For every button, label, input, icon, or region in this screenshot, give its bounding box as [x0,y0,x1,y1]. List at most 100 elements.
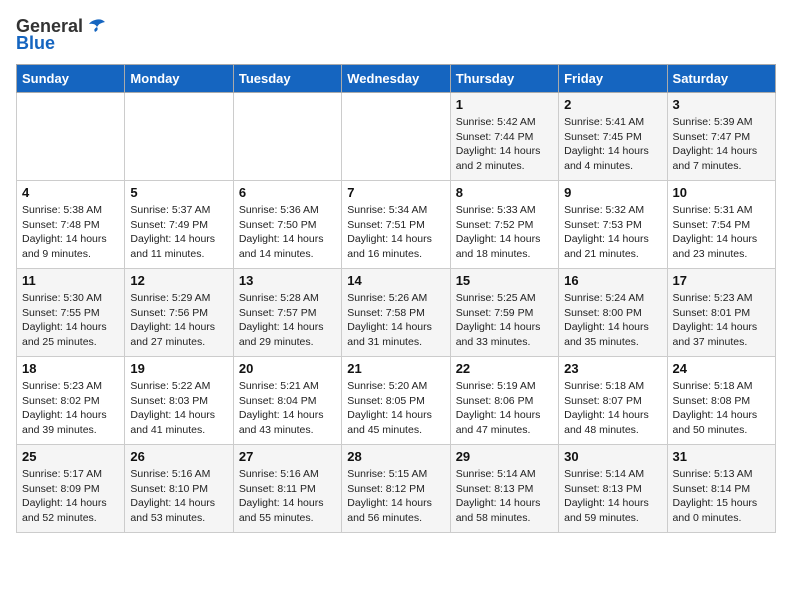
calendar-cell: 24 Sunrise: 5:18 AM Sunset: 8:08 PM Dayli… [667,357,775,445]
calendar-week-row: 11 Sunrise: 5:30 AM Sunset: 7:55 PM Dayli… [17,269,776,357]
column-header-saturday: Saturday [667,65,775,93]
day-number: 16 [564,273,661,288]
day-number: 22 [456,361,553,376]
day-info: Sunrise: 5:24 AM Sunset: 8:00 PM Dayligh… [564,291,661,350]
day-info: Sunrise: 5:16 AM Sunset: 8:11 PM Dayligh… [239,467,336,526]
day-number: 12 [130,273,227,288]
column-header-monday: Monday [125,65,233,93]
day-number: 1 [456,97,553,112]
day-number: 17 [673,273,770,288]
day-info: Sunrise: 5:33 AM Sunset: 7:52 PM Dayligh… [456,203,553,262]
column-header-wednesday: Wednesday [342,65,450,93]
day-number: 31 [673,449,770,464]
day-info: Sunrise: 5:31 AM Sunset: 7:54 PM Dayligh… [673,203,770,262]
calendar-cell: 17 Sunrise: 5:23 AM Sunset: 8:01 PM Dayli… [667,269,775,357]
logo-bird-icon [85,18,107,36]
calendar-cell: 25 Sunrise: 5:17 AM Sunset: 8:09 PM Dayli… [17,445,125,533]
calendar-cell: 3Sunrise: 5:39 AM Sunset: 7:47 PM Daylig… [667,93,775,181]
day-number: 18 [22,361,119,376]
day-number: 26 [130,449,227,464]
day-info: Sunrise: 5:34 AM Sunset: 7:51 PM Dayligh… [347,203,444,262]
calendar-cell: 29Sunrise: 5:14 AM Sunset: 8:13 PM Dayli… [450,445,558,533]
day-number: 10 [673,185,770,200]
calendar-cell: 15Sunrise: 5:25 AM Sunset: 7:59 PM Dayli… [450,269,558,357]
calendar-cell: 13 Sunrise: 5:28 AM Sunset: 7:57 PM Dayli… [233,269,341,357]
day-number: 5 [130,185,227,200]
calendar-cell: 4 Sunrise: 5:38 AM Sunset: 7:48 PM Daylig… [17,181,125,269]
column-header-sunday: Sunday [17,65,125,93]
day-info: Sunrise: 5:25 AM Sunset: 7:59 PM Dayligh… [456,291,553,350]
calendar-cell: 6 Sunrise: 5:36 AM Sunset: 7:50 PM Daylig… [233,181,341,269]
day-info: Sunrise: 5:41 AM Sunset: 7:45 PM Dayligh… [564,115,661,174]
calendar-week-row: 4 Sunrise: 5:38 AM Sunset: 7:48 PM Daylig… [17,181,776,269]
day-info: Sunrise: 5:38 AM Sunset: 7:48 PM Dayligh… [22,203,119,262]
day-info: Sunrise: 5:21 AM Sunset: 8:04 PM Dayligh… [239,379,336,438]
day-number: 4 [22,185,119,200]
day-number: 19 [130,361,227,376]
calendar-cell: 18 Sunrise: 5:23 AM Sunset: 8:02 PM Dayli… [17,357,125,445]
calendar-cell [233,93,341,181]
calendar-cell: 2 Sunrise: 5:41 AM Sunset: 7:45 PM Daylig… [559,93,667,181]
day-number: 20 [239,361,336,376]
day-info: Sunrise: 5:23 AM Sunset: 8:02 PM Dayligh… [22,379,119,438]
column-header-thursday: Thursday [450,65,558,93]
calendar-cell: 30Sunrise: 5:14 AM Sunset: 8:13 PM Dayli… [559,445,667,533]
day-info: Sunrise: 5:13 AM Sunset: 8:14 PM Dayligh… [673,467,770,526]
day-info: Sunrise: 5:39 AM Sunset: 7:47 PM Dayligh… [673,115,770,174]
calendar-week-row: 18 Sunrise: 5:23 AM Sunset: 8:02 PM Dayli… [17,357,776,445]
day-number: 6 [239,185,336,200]
day-number: 14 [347,273,444,288]
day-number: 24 [673,361,770,376]
day-number: 11 [22,273,119,288]
day-info: Sunrise: 5:30 AM Sunset: 7:55 PM Dayligh… [22,291,119,350]
calendar-cell [342,93,450,181]
calendar-cell: 16 Sunrise: 5:24 AM Sunset: 8:00 PM Dayli… [559,269,667,357]
calendar-cell: 9Sunrise: 5:32 AM Sunset: 7:53 PM Daylig… [559,181,667,269]
day-number: 23 [564,361,661,376]
logo: General Blue [16,16,107,54]
day-info: Sunrise: 5:22 AM Sunset: 8:03 PM Dayligh… [130,379,227,438]
day-number: 28 [347,449,444,464]
calendar-cell: 28 Sunrise: 5:15 AM Sunset: 8:12 PM Dayli… [342,445,450,533]
calendar-cell: 11 Sunrise: 5:30 AM Sunset: 7:55 PM Dayli… [17,269,125,357]
calendar-cell: 21Sunrise: 5:20 AM Sunset: 8:05 PM Dayli… [342,357,450,445]
calendar-cell: 5 Sunrise: 5:37 AM Sunset: 7:49 PM Daylig… [125,181,233,269]
calendar-cell: 31 Sunrise: 5:13 AM Sunset: 8:14 PM Dayli… [667,445,775,533]
calendar-cell: 23Sunrise: 5:18 AM Sunset: 8:07 PM Dayli… [559,357,667,445]
day-info: Sunrise: 5:18 AM Sunset: 8:08 PM Dayligh… [673,379,770,438]
page-header: General Blue [16,16,776,54]
day-number: 2 [564,97,661,112]
calendar-cell: 8 Sunrise: 5:33 AM Sunset: 7:52 PM Daylig… [450,181,558,269]
day-info: Sunrise: 5:15 AM Sunset: 8:12 PM Dayligh… [347,467,444,526]
day-number: 27 [239,449,336,464]
column-header-friday: Friday [559,65,667,93]
calendar-cell: 10 Sunrise: 5:31 AM Sunset: 7:54 PM Dayli… [667,181,775,269]
calendar-week-row: 1 Sunrise: 5:42 AM Sunset: 7:44 PM Daylig… [17,93,776,181]
day-info: Sunrise: 5:28 AM Sunset: 7:57 PM Dayligh… [239,291,336,350]
calendar-cell [125,93,233,181]
day-number: 8 [456,185,553,200]
day-number: 13 [239,273,336,288]
day-info: Sunrise: 5:17 AM Sunset: 8:09 PM Dayligh… [22,467,119,526]
calendar-cell: 14 Sunrise: 5:26 AM Sunset: 7:58 PM Dayli… [342,269,450,357]
day-info: Sunrise: 5:26 AM Sunset: 7:58 PM Dayligh… [347,291,444,350]
day-info: Sunrise: 5:29 AM Sunset: 7:56 PM Dayligh… [130,291,227,350]
calendar-cell: 26Sunrise: 5:16 AM Sunset: 8:10 PM Dayli… [125,445,233,533]
calendar-cell: 7 Sunrise: 5:34 AM Sunset: 7:51 PM Daylig… [342,181,450,269]
calendar-cell: 1 Sunrise: 5:42 AM Sunset: 7:44 PM Daylig… [450,93,558,181]
calendar-table: SundayMondayTuesdayWednesdayThursdayFrid… [16,64,776,533]
day-info: Sunrise: 5:19 AM Sunset: 8:06 PM Dayligh… [456,379,553,438]
day-info: Sunrise: 5:36 AM Sunset: 7:50 PM Dayligh… [239,203,336,262]
calendar-cell: 20 Sunrise: 5:21 AM Sunset: 8:04 PM Dayli… [233,357,341,445]
day-info: Sunrise: 5:37 AM Sunset: 7:49 PM Dayligh… [130,203,227,262]
day-info: Sunrise: 5:42 AM Sunset: 7:44 PM Dayligh… [456,115,553,174]
day-number: 29 [456,449,553,464]
day-number: 7 [347,185,444,200]
day-info: Sunrise: 5:20 AM Sunset: 8:05 PM Dayligh… [347,379,444,438]
day-info: Sunrise: 5:32 AM Sunset: 7:53 PM Dayligh… [564,203,661,262]
calendar-cell: 22 Sunrise: 5:19 AM Sunset: 8:06 PM Dayli… [450,357,558,445]
calendar-week-row: 25 Sunrise: 5:17 AM Sunset: 8:09 PM Dayli… [17,445,776,533]
day-number: 25 [22,449,119,464]
day-info: Sunrise: 5:23 AM Sunset: 8:01 PM Dayligh… [673,291,770,350]
calendar-cell [17,93,125,181]
